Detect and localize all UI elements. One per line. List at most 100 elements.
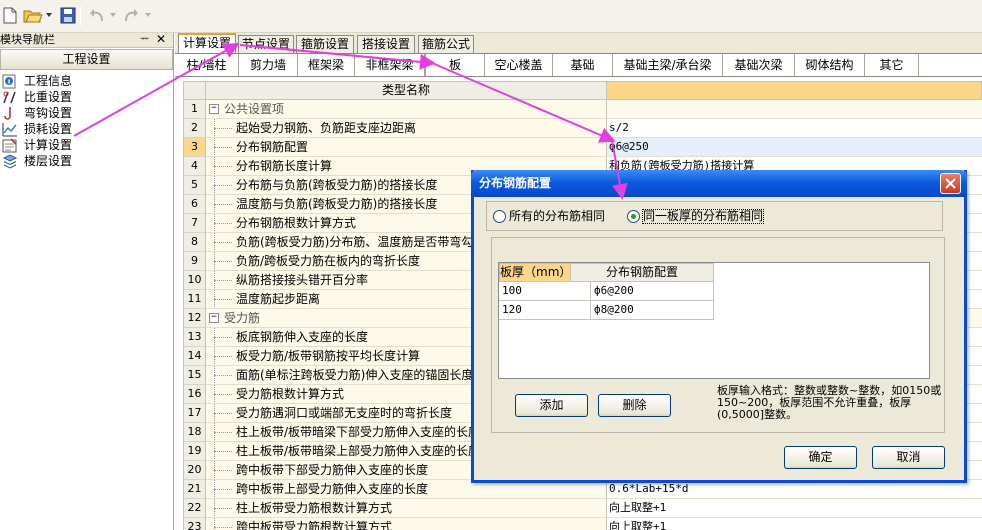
tab-stirrup-settings[interactable]: 箍筋设置 [296,35,354,53]
chart-icon [2,122,18,137]
tree-connector [214,214,234,232]
table-row[interactable]: 2 起始受力钢筋、负筋距支座边距离 s/2 [183,119,982,138]
collapse-icon[interactable]: − [209,104,219,114]
radio-button[interactable] [493,210,506,223]
open-folder-icon[interactable] [23,7,43,25]
nav-item-floor-settings[interactable]: 楼层设置 [2,154,172,169]
collapse-icon[interactable]: − [209,313,219,323]
row-label: 柱上板带/板带暗梁上部受力筋伸入支座的长度 [236,444,481,458]
row-label: 分布钢筋长度计算 [236,159,333,173]
tree-connector [214,404,234,422]
pin-icon[interactable]: ᅲ [140,33,149,47]
nav-item-label: 比重设置 [24,90,73,104]
radio-button-selected[interactable] [627,210,640,223]
add-button[interactable]: 添加 [515,394,588,417]
tree-connector [214,176,234,194]
tree-connector [214,366,234,384]
floors-icon [2,154,18,169]
tree-connector [214,138,234,156]
tab-hollow-floor[interactable]: 空心楼盖 [485,54,553,76]
row-value-cell[interactable]: 向上取整+1 [607,499,982,518]
undo-dropdown-arrow[interactable] [110,13,116,17]
tab-foundation-secondary-beam[interactable]: 基础次梁 [723,54,795,76]
table-cell-rebar[interactable]: ф8@200 [591,301,714,320]
row-value-cell[interactable]: s/2 [607,119,982,138]
row-label: 受力筋遇洞口或端部无支座时的弯折长度 [236,406,453,420]
panel-titlebar: 模块导航栏 ᅲ ✕ [0,32,173,48]
tab-lap-settings[interactable]: 搭接设置 [357,35,415,53]
toolbar [0,0,982,33]
close-button[interactable] [940,173,961,194]
row-label: 跨中板带上部受力筋伸入支座的长度 [236,482,429,496]
table-row[interactable]: 3 分布钢筋配置 ф6@250 [183,138,982,157]
tree-connector [214,442,234,460]
module-navigation-panel: 模块导航栏 ᅲ ✕ 工程设置 工程信息 比重设置 弯钩设置 损耗设置 计算设置 [0,32,174,530]
tree-connector [214,195,234,213]
row-number: 20 [183,461,206,480]
tree-connector [214,347,234,365]
row-label: 温度筋起步距离 [236,292,321,306]
row-label: 分布钢筋配置 [236,140,309,154]
row-value-cell[interactable]: 向上取整+1 [607,518,982,530]
grid-group-row[interactable]: 1− 公共设置项 [183,100,982,119]
project-settings-header[interactable]: 工程设置 [0,49,173,70]
nav-item-project-info[interactable]: 工程信息 [2,74,172,89]
nav-item-loss-settings[interactable]: 损耗设置 [2,122,172,137]
tab-foundation-main-beam[interactable]: 基础主梁/承台梁 [613,54,723,76]
table-row[interactable]: 23 跨中板带受力筋根数计算方式 向上取整+1 [183,518,982,530]
row-label: 分布筋与负筋(跨板受力筋)的搭接长度 [236,178,438,192]
info-icon [2,74,18,89]
tab-slab[interactable]: 板 [425,54,485,76]
cancel-button[interactable]: 取消 [872,446,945,469]
tab-nonframe-beam[interactable]: 非框架梁 [355,54,425,76]
row-number: 8 [183,233,206,252]
row-label: 柱上板带/板带暗梁下部受力筋伸入支座的长度 [236,425,481,439]
table-row[interactable]: 22 柱上板带受力筋根数计算方式 向上取整+1 [183,499,982,518]
redo-dropdown-arrow[interactable] [145,13,151,17]
row-number: 15 [183,366,206,385]
input-format-hint: 板厚输入格式：整数或整数~整数，如0150或150~200，板厚范围不允许重叠，… [717,384,942,421]
nav-item-ratio-settings[interactable]: 比重设置 [2,90,172,105]
nav-item-label: 工程信息 [24,74,73,88]
tab-other[interactable]: 其它 [865,54,919,76]
table-cell-thickness[interactable]: 100 [499,282,591,301]
redo-icon[interactable] [122,7,140,25]
delete-button[interactable]: 删除 [598,394,671,417]
undo-icon[interactable] [88,7,106,25]
tree-connector [214,423,234,441]
row-label: 分布钢筋根数计算方式 [236,216,357,230]
nav-item-calc-settings[interactable]: 计算设置 [2,138,172,153]
save-icon[interactable] [60,7,76,25]
row-number: 23 [183,518,206,530]
tab-shear-wall[interactable]: 剪力墙 [239,54,298,76]
row-value-cell[interactable]: ф6@250 [607,138,982,157]
outer-tab-bar: 计算设置 节点设置 箍筋设置 搭接设置 箍筋公式 [175,33,982,54]
tab-node-settings[interactable]: 节点设置 [238,35,294,53]
row-number: 22 [183,499,206,518]
radio-same-thickness[interactable]: 同一板厚的分布筋相同 [627,209,777,224]
column-header-thickness[interactable]: 板厚（mm） [499,263,571,282]
new-file-icon[interactable] [3,7,17,25]
ok-button[interactable]: 确定 [784,446,857,469]
row-label: 温度筋与负筋(跨板受力筋)的搭接长度 [236,197,438,211]
row-number: 16 [183,385,206,404]
hook-icon [2,106,18,121]
dialog-titlebar[interactable]: 分布钢筋配置 [471,170,967,197]
tab-frame-beam[interactable]: 框架梁 [298,54,355,76]
tab-foundation[interactable]: 基础 [553,54,613,76]
row-number: 5 [183,176,206,195]
tree-connector [214,328,234,346]
column-header-rebar-config[interactable]: 分布钢筋配置 [571,263,714,282]
tab-calc-settings[interactable]: 计算设置 [178,33,236,54]
table-cell-thickness[interactable]: 120 [499,301,591,320]
close-icon[interactable]: ✕ [156,32,166,47]
row-value-cell[interactable] [607,100,982,119]
open-dropdown-arrow[interactable] [46,13,52,17]
tab-column-wallcolumn[interactable]: 柱/墙柱 [175,54,239,76]
tab-masonry-structure[interactable]: 砌体结构 [795,54,865,76]
table-cell-rebar[interactable]: ф6@200 [591,282,714,301]
radio-all-same[interactable]: 所有的分布筋相同 [493,210,613,224]
tab-stirrup-formula[interactable]: 箍筋公式 [418,35,474,53]
nav-item-hook-settings[interactable]: 弯钩设置 [2,106,172,121]
tree-connector [214,233,234,251]
